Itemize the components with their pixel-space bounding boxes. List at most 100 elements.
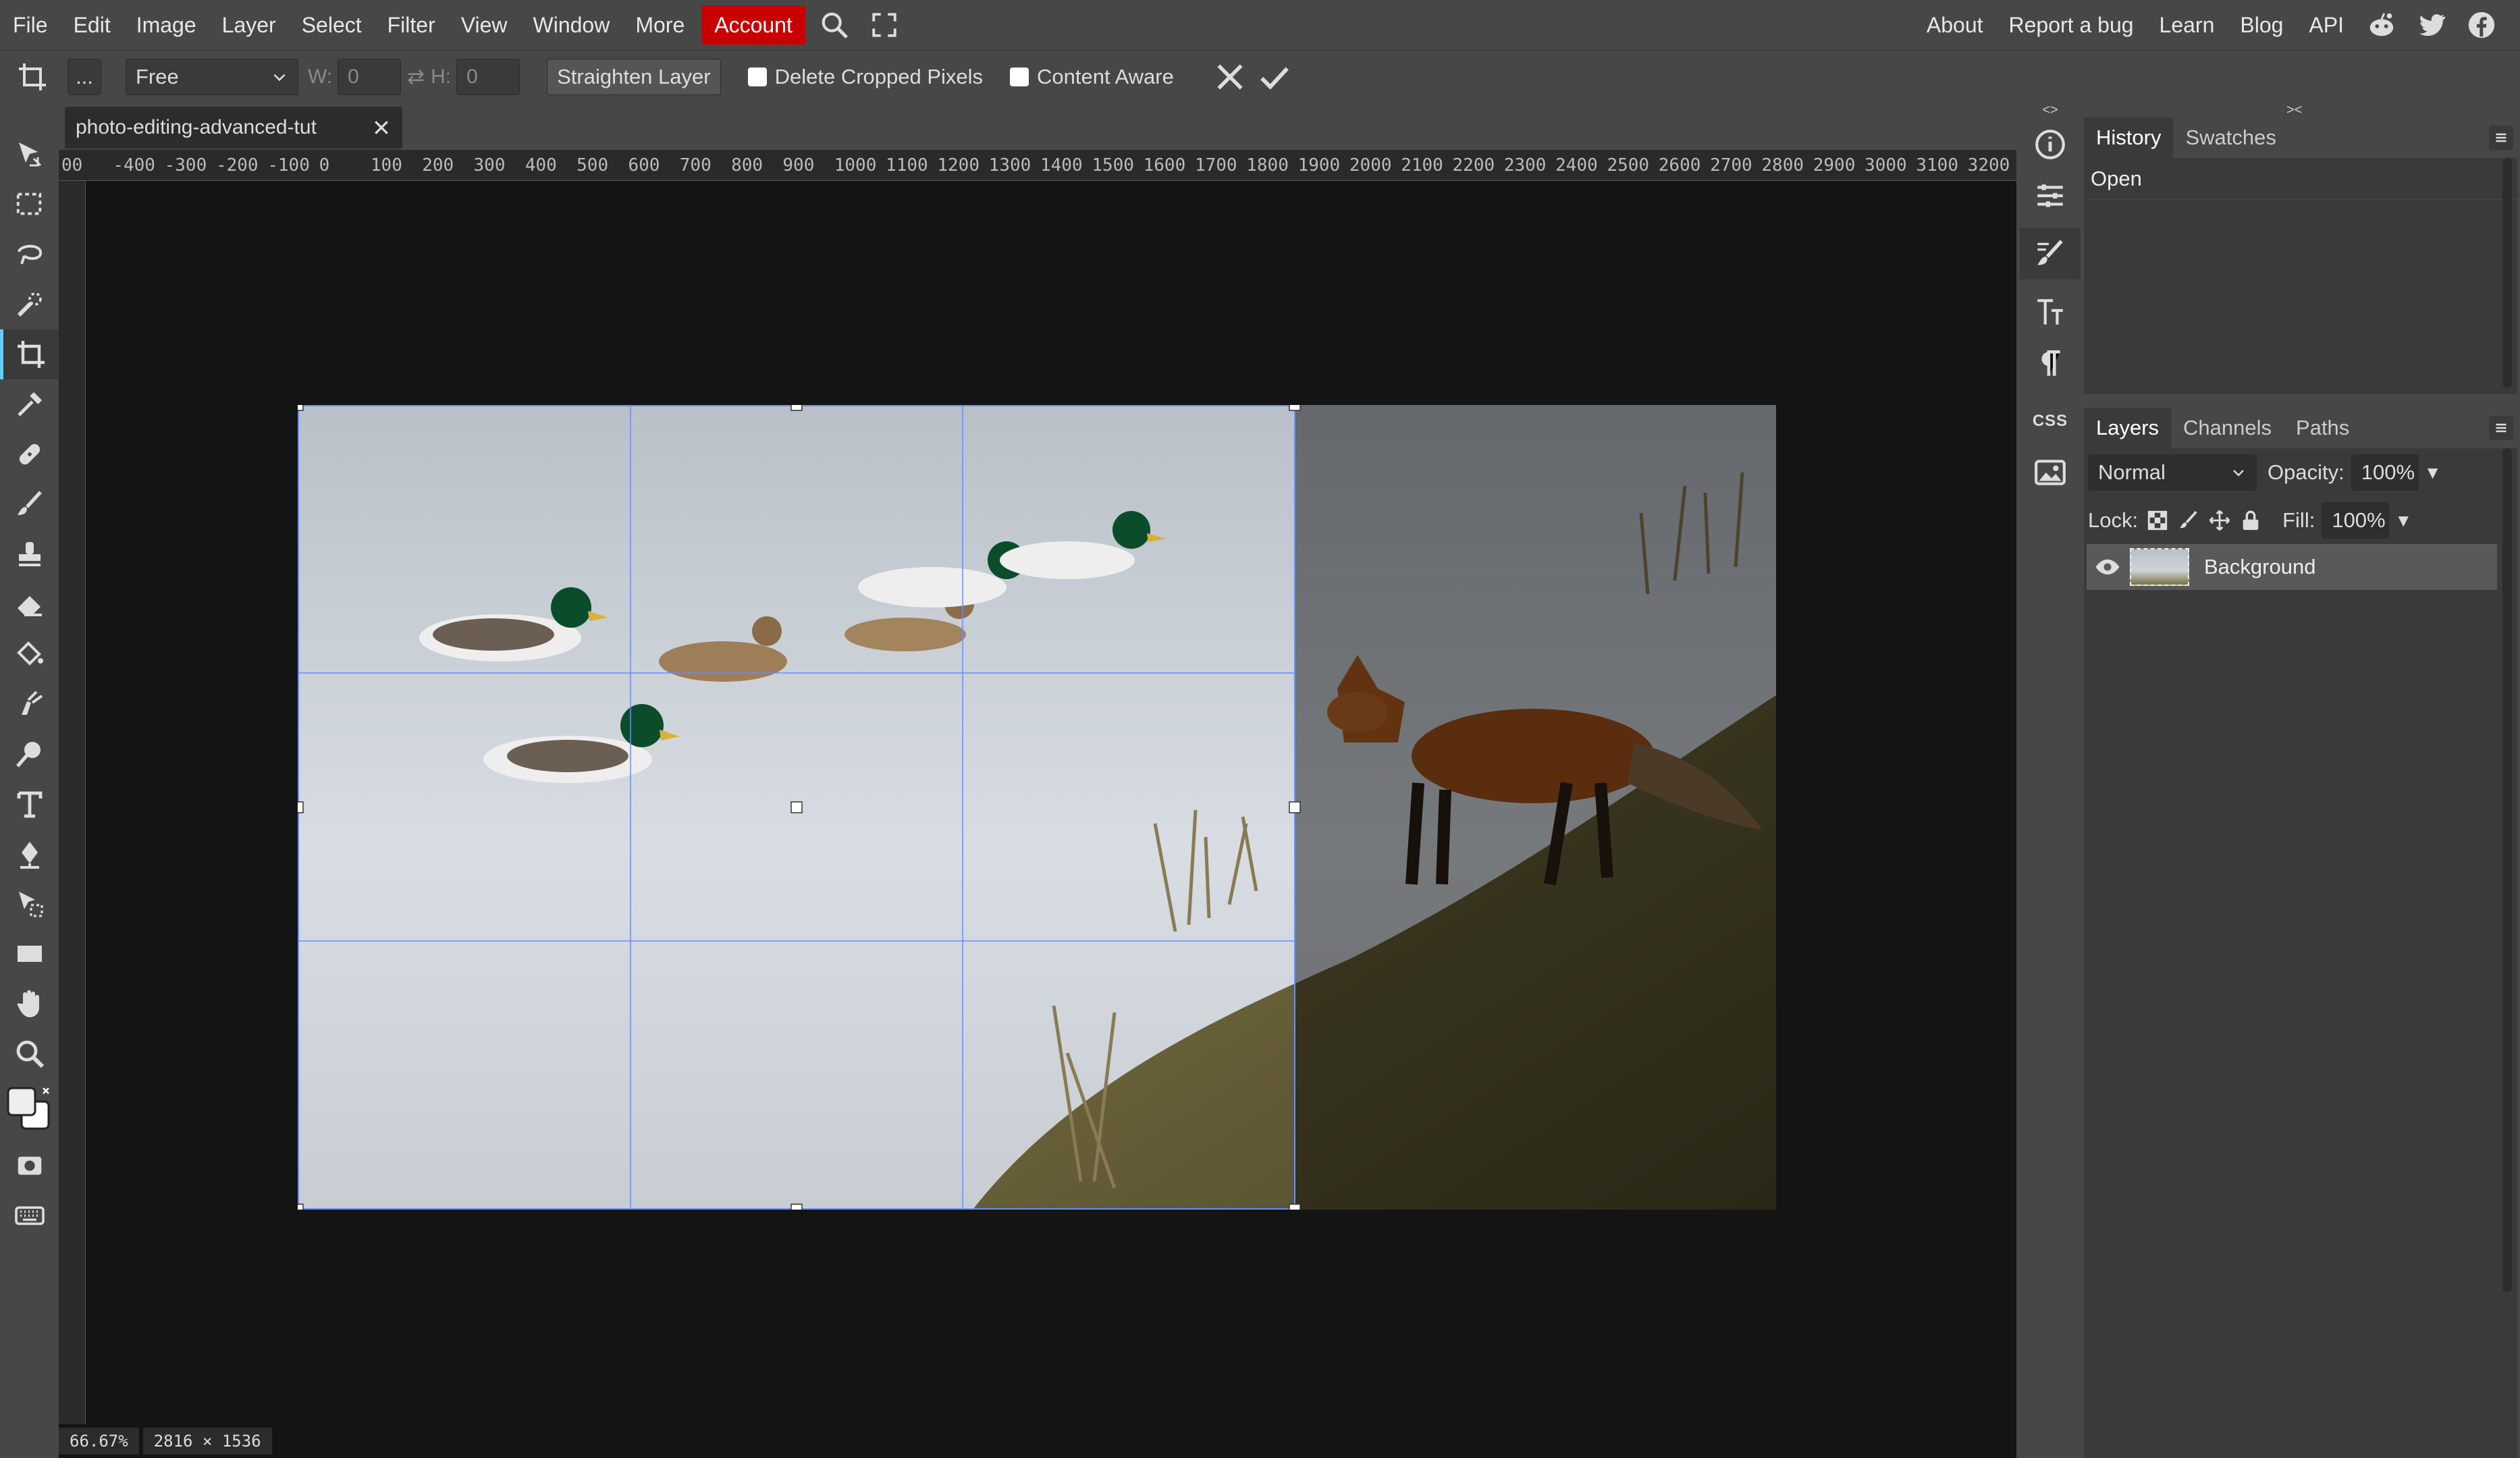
info-icon[interactable] <box>2020 119 2081 170</box>
content-aware-checkbox[interactable] <box>1010 67 1029 86</box>
link-learn[interactable]: Learn <box>2147 0 2228 50</box>
css-icon[interactable]: CSS <box>2020 396 2081 447</box>
lock-paint-icon[interactable] <box>2177 509 2200 532</box>
content-aware-toggle[interactable]: Content Aware <box>1010 65 1174 89</box>
link-blog[interactable]: Blog <box>2227 0 2296 50</box>
tab-channels[interactable]: Channels <box>2171 408 2284 448</box>
brush-tool-icon[interactable] <box>0 479 59 529</box>
dodge-tool-icon[interactable] <box>0 729 59 779</box>
lock-all-icon[interactable] <box>2239 509 2262 532</box>
quick-mask-icon[interactable] <box>0 1141 59 1191</box>
fill-dropdown-icon[interactable]: ▼ <box>2394 510 2412 531</box>
blend-mode-select[interactable]: Normal <box>2088 454 2257 491</box>
straighten-layer-button[interactable]: Straighten Layer <box>547 58 721 95</box>
opacity-input[interactable]: 100% <box>2351 454 2419 491</box>
tool-preset-button[interactable]: ... <box>68 58 101 95</box>
tab-swatches[interactable]: Swatches <box>2173 117 2288 158</box>
character-icon[interactable] <box>2020 286 2081 338</box>
crop-tool-icon[interactable] <box>0 329 59 379</box>
document-tab[interactable]: photo-editing-advanced-tut <box>65 107 402 148</box>
menu-more[interactable]: More <box>622 0 697 50</box>
crop-handle-top[interactable] <box>790 405 803 411</box>
width-input[interactable]: 0 <box>338 58 402 95</box>
ratio-select[interactable]: Free <box>126 58 298 95</box>
move-tool-icon[interactable] <box>0 130 59 180</box>
paragraph-icon[interactable] <box>2020 338 2081 389</box>
eraser-tool-icon[interactable] <box>0 579 59 629</box>
crop-handle-bottom[interactable] <box>790 1204 803 1210</box>
crop-handle-center[interactable] <box>790 801 803 813</box>
adjustments-icon[interactable] <box>2020 170 2081 221</box>
lasso-tool-icon[interactable] <box>0 230 59 279</box>
eyedropper-tool-icon[interactable] <box>0 379 59 429</box>
delete-cropped-toggle[interactable]: Delete Cropped Pixels <box>747 65 983 89</box>
panel-menu-icon[interactable] <box>2489 416 2513 440</box>
menu-account[interactable]: Account <box>701 5 805 45</box>
hand-tool-icon[interactable] <box>0 979 59 1029</box>
layer-row[interactable]: Background <box>2087 544 2497 590</box>
canvas-image[interactable] <box>298 405 1776 1210</box>
color-swatches[interactable] <box>0 1079 59 1141</box>
tab-layers[interactable]: Layers <box>2084 408 2172 448</box>
tab-paths[interactable]: Paths <box>2284 408 2361 448</box>
stamp-tool-icon[interactable] <box>0 529 59 579</box>
crop-handle-top-right[interactable] <box>1289 405 1301 411</box>
layers-scrollbar[interactable] <box>2502 448 2512 1292</box>
crop-handle-bottom-left[interactable] <box>298 1204 304 1210</box>
fullscreen-icon[interactable] <box>859 0 909 50</box>
quick-select-tool-icon[interactable] <box>0 279 59 329</box>
path-select-tool-icon[interactable] <box>0 879 59 929</box>
history-scrollbar[interactable] <box>2502 158 2512 387</box>
crop-handle-top-left[interactable] <box>298 405 304 411</box>
image-icon[interactable] <box>2020 447 2081 498</box>
brush-settings-icon[interactable] <box>2020 228 2081 279</box>
tab-history[interactable]: History <box>2084 117 2174 158</box>
commit-crop-icon[interactable] <box>1252 52 1297 102</box>
close-icon[interactable] <box>371 117 392 138</box>
panel-menu-icon[interactable] <box>2489 126 2513 150</box>
zoom-tool-icon[interactable] <box>0 1029 59 1079</box>
fill-input[interactable]: 100% <box>2322 502 2390 539</box>
link-about[interactable]: About <box>1914 0 1996 50</box>
menu-layer[interactable]: Layer <box>209 0 289 50</box>
history-item[interactable]: Open <box>2084 158 2517 200</box>
menu-view[interactable]: View <box>448 0 520 50</box>
type-tool-icon[interactable] <box>0 779 59 829</box>
rectangle-tool-icon[interactable] <box>0 929 59 979</box>
ruler-tick-label: 2900 <box>1813 155 1856 176</box>
menu-filter[interactable]: Filter <box>375 0 448 50</box>
smudge-tool-icon[interactable] <box>0 679 59 729</box>
swap-icon[interactable]: ⇄ <box>401 65 431 89</box>
link-api[interactable]: API <box>2296 0 2357 50</box>
cancel-crop-icon[interactable] <box>1208 52 1252 102</box>
menu-image[interactable]: Image <box>124 0 209 50</box>
crop-handle-left[interactable] <box>298 801 304 813</box>
menu-window[interactable]: Window <box>520 0 623 50</box>
lock-move-icon[interactable] <box>2208 509 2231 532</box>
foreground-background-color-icon[interactable] <box>3 1083 57 1137</box>
menu-edit[interactable]: Edit <box>61 0 124 50</box>
eye-icon[interactable] <box>2095 554 2120 580</box>
keyboard-icon[interactable] <box>0 1191 59 1241</box>
facebook-icon[interactable] <box>2457 0 2506 50</box>
menu-file[interactable]: File <box>0 0 61 50</box>
twitter-icon[interactable] <box>2407 0 2457 50</box>
zoom-level[interactable]: 66.67% <box>59 1428 139 1455</box>
lock-transparent-icon[interactable] <box>2146 509 2169 532</box>
height-input[interactable]: 0 <box>456 58 520 95</box>
crop-tool-icon[interactable] <box>0 52 65 102</box>
collapse-panels-icon[interactable]: >< <box>2084 103 2520 117</box>
crop-handle-bottom-right[interactable] <box>1289 1204 1301 1210</box>
link-report-bug[interactable]: Report a bug <box>1996 0 2147 50</box>
menu-select[interactable]: Select <box>289 0 375 50</box>
pen-tool-icon[interactable] <box>0 829 59 879</box>
collapse-arrows-icon[interactable]: <> <box>2016 103 2084 119</box>
delete-cropped-checkbox[interactable] <box>747 67 767 86</box>
crop-handle-right[interactable] <box>1289 801 1301 813</box>
reddit-icon[interactable] <box>2357 0 2407 50</box>
marquee-tool-icon[interactable] <box>0 180 59 230</box>
opacity-dropdown-icon[interactable]: ▼ <box>2424 462 2442 483</box>
healing-brush-tool-icon[interactable] <box>0 429 59 479</box>
search-icon[interactable] <box>809 0 859 50</box>
paint-bucket-tool-icon[interactable] <box>0 629 59 679</box>
